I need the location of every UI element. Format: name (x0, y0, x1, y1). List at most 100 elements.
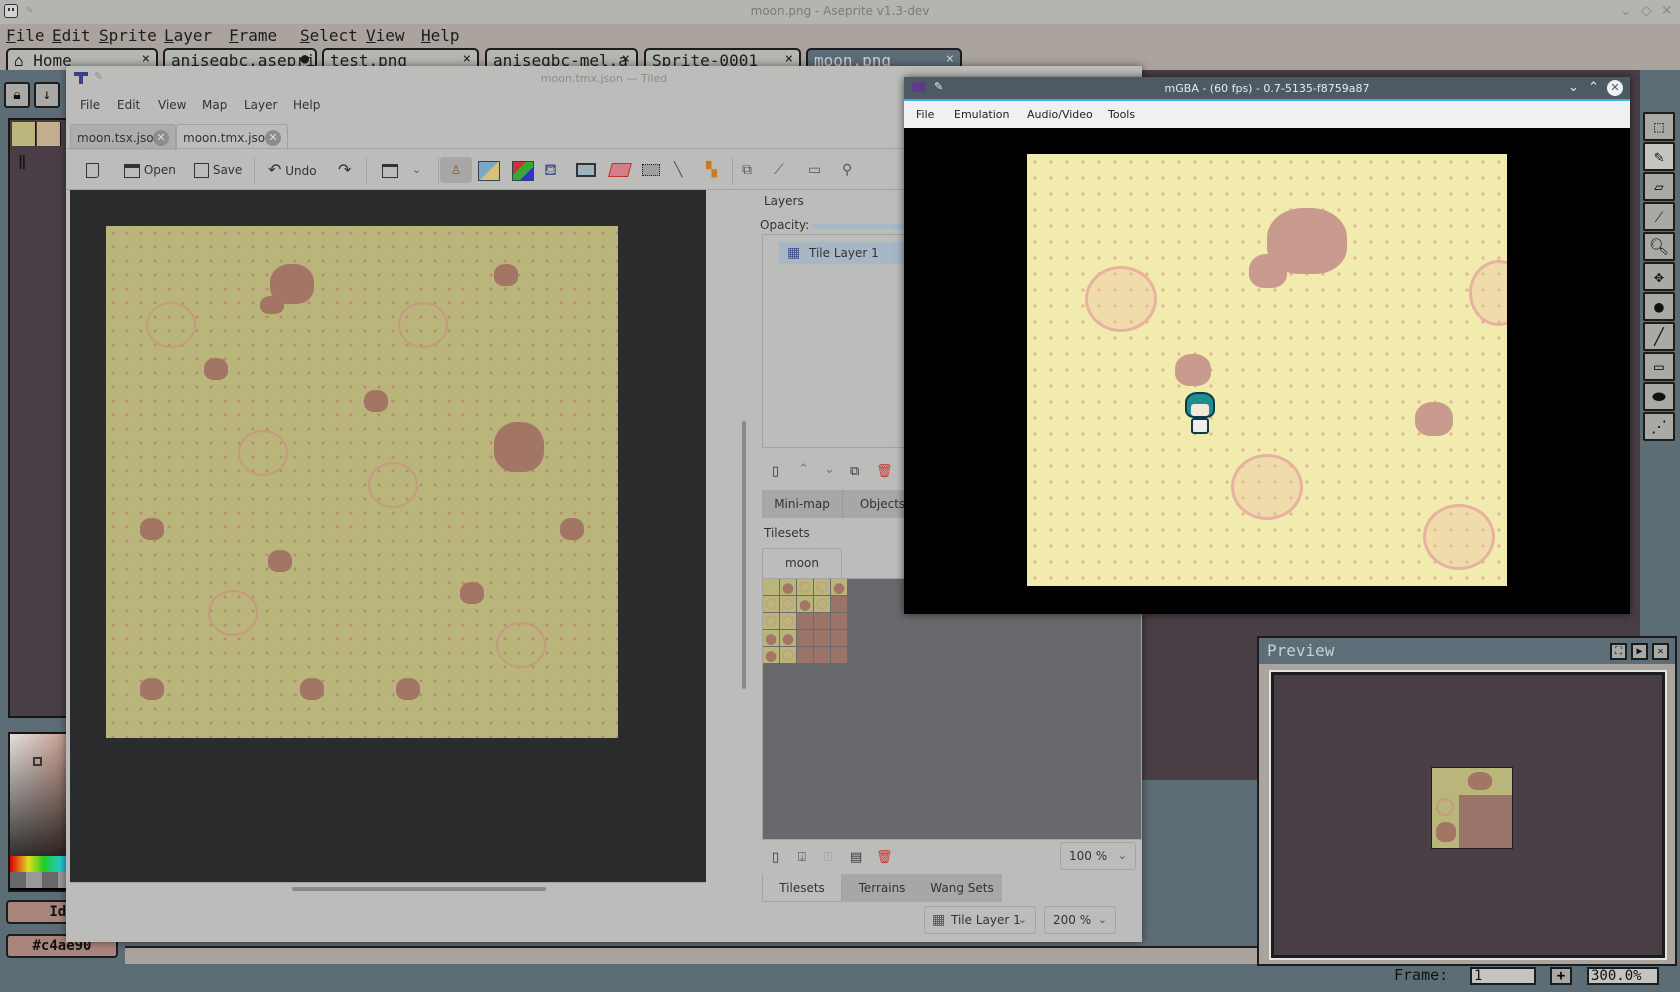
layer-select[interactable]: ▦ Tile Layer 1 ⌄ (924, 906, 1036, 934)
mgba-menu-audio-video[interactable]: Audio/Video (1027, 108, 1093, 121)
select-same-tile-icon[interactable]: ▚ (706, 157, 717, 183)
menu-select[interactable]: Select (300, 26, 358, 45)
terrain-brush-icon[interactable] (478, 161, 500, 181)
tiled-menu-edit[interactable]: Edit (117, 98, 140, 112)
game-screen[interactable] (1027, 154, 1507, 586)
pin-icon[interactable]: ✎ (26, 3, 33, 16)
minimize-icon[interactable]: ⌄ (1568, 80, 1579, 95)
tile[interactable] (763, 647, 779, 663)
tiled-menu-help[interactable]: Help (293, 98, 320, 112)
tab-close-icon[interactable]: × (785, 51, 793, 67)
play-icon[interactable]: ▶ (1631, 643, 1648, 660)
tileset-zoom-select[interactable]: 100 % ⌄ (1060, 842, 1136, 870)
close-tab-icon[interactable]: ✕ (153, 130, 169, 146)
undo-button[interactable]: ↶ Undo (268, 157, 317, 183)
menu-sprite[interactable]: Sprite (99, 26, 157, 45)
tiled-menu-map[interactable]: Map (202, 98, 227, 112)
line-icon[interactable]: ╱ (1643, 322, 1675, 351)
alpha-slider[interactable] (10, 872, 72, 888)
zoom-icon[interactable]: 🔍︎ (1643, 232, 1675, 261)
tile[interactable] (814, 579, 830, 595)
tile[interactable] (831, 630, 847, 646)
embed-tileset-icon[interactable]: ⍗ (798, 850, 806, 865)
save-button[interactable]: Save (194, 157, 242, 183)
raise-layer-icon[interactable]: ⌃ (798, 462, 809, 477)
new-button[interactable] (86, 157, 99, 183)
tile[interactable] (763, 579, 779, 595)
tile[interactable] (797, 630, 813, 646)
add-frame-button[interactable]: + (1550, 967, 1572, 985)
tab-mini-map[interactable]: Mini-map (762, 490, 842, 518)
select-objects-icon[interactable]: ⧉ (742, 157, 752, 183)
pencil-icon[interactable]: ✎ (1643, 142, 1675, 171)
tile[interactable] (780, 613, 796, 629)
new-tileset-icon[interactable]: ▯ (772, 850, 779, 865)
palette-swatch[interactable] (12, 122, 36, 146)
menu-layer[interactable]: Layer (164, 26, 212, 45)
edit-polygons-icon[interactable]: ⟋ (774, 157, 784, 183)
menu-edit[interactable]: Edit (52, 26, 91, 45)
maximize-icon[interactable]: ◇ (1641, 3, 1652, 19)
doc-tab-moon-tsx[interactable]: moon.tsx.json ✕ (70, 124, 176, 150)
eyedropper-icon[interactable]: ⁄ (1643, 202, 1675, 231)
marquee-icon[interactable]: ⬚ (1643, 112, 1675, 141)
shape-fill-icon[interactable] (576, 163, 596, 177)
close-icon[interactable]: ✕ (1607, 80, 1623, 96)
export-tileset-icon[interactable]: ⍐ (824, 850, 832, 865)
move-icon[interactable]: ✥ (1643, 262, 1675, 291)
insert-rectangle-icon[interactable]: ▭ (808, 157, 821, 183)
tab-tilesets[interactable]: Tilesets (762, 874, 842, 902)
map-canvas[interactable] (70, 190, 706, 882)
horizontal-scrollbar[interactable] (292, 887, 546, 891)
tab-modified-icon[interactable]: ● (301, 51, 309, 67)
tile[interactable] (814, 647, 830, 663)
duplicate-layer-icon[interactable]: ⧉ (850, 464, 859, 479)
menu-help[interactable]: Help (421, 26, 460, 45)
tiled-menu-view[interactable]: View (158, 98, 186, 112)
zoom-input[interactable]: 300.0% (1587, 967, 1659, 985)
tab-close-icon[interactable]: × (946, 51, 954, 67)
tile[interactable] (831, 613, 847, 629)
tile[interactable] (780, 579, 796, 595)
tile[interactable] (831, 579, 847, 595)
wang-brush-icon[interactable] (512, 161, 534, 181)
mgba-menu-file[interactable]: File (916, 108, 934, 121)
tile[interactable] (814, 630, 830, 646)
menu-view[interactable]: View (366, 26, 405, 45)
tile[interactable] (797, 613, 813, 629)
palette-swatch[interactable] (37, 122, 61, 146)
bucket-fill-icon[interactable]: ⛾ (544, 157, 557, 183)
spray-icon[interactable]: ⋰ (1643, 412, 1675, 441)
tile[interactable] (797, 596, 813, 612)
tileset-properties-icon[interactable]: ▤ (850, 850, 862, 865)
tile[interactable] (814, 596, 830, 612)
close-icon[interactable]: ✕ (1661, 3, 1673, 19)
tile[interactable] (763, 613, 779, 629)
fill-icon[interactable]: ● (1643, 292, 1675, 321)
tile-map[interactable] (106, 226, 618, 738)
tileset-grid[interactable] (763, 579, 847, 663)
new-layer-icon[interactable]: ▯ (772, 464, 779, 479)
tile[interactable] (763, 630, 779, 646)
run-dropdown-icon[interactable]: ⌄ (412, 157, 421, 183)
close-tab-icon[interactable]: ✕ (265, 130, 281, 146)
tile[interactable] (763, 596, 779, 612)
tab-close-icon[interactable]: × (622, 51, 630, 67)
run-command-button[interactable] (382, 157, 398, 183)
tile[interactable] (797, 579, 813, 595)
eraser-icon[interactable]: ▱ (1643, 172, 1675, 201)
tile[interactable] (797, 647, 813, 663)
open-button[interactable]: Open (124, 157, 176, 183)
rectangle-select-icon[interactable] (642, 164, 660, 176)
tile[interactable] (814, 613, 830, 629)
tab-close-icon[interactable]: × (463, 51, 471, 67)
mgba-menu-tools[interactable]: Tools (1108, 108, 1135, 121)
tile[interactable] (780, 596, 796, 612)
eraser-icon[interactable] (608, 163, 632, 177)
map-zoom-select[interactable]: 200 % ⌄ (1044, 906, 1116, 934)
magic-wand-icon[interactable]: ╲ (674, 157, 682, 183)
tiled-menu-layer[interactable]: Layer (244, 98, 277, 112)
minimize-icon[interactable]: ⌄ (1620, 3, 1632, 19)
tileset-tab-moon[interactable]: moon (762, 548, 842, 578)
delete-layer-icon[interactable]: 🗑︎ (876, 464, 893, 479)
